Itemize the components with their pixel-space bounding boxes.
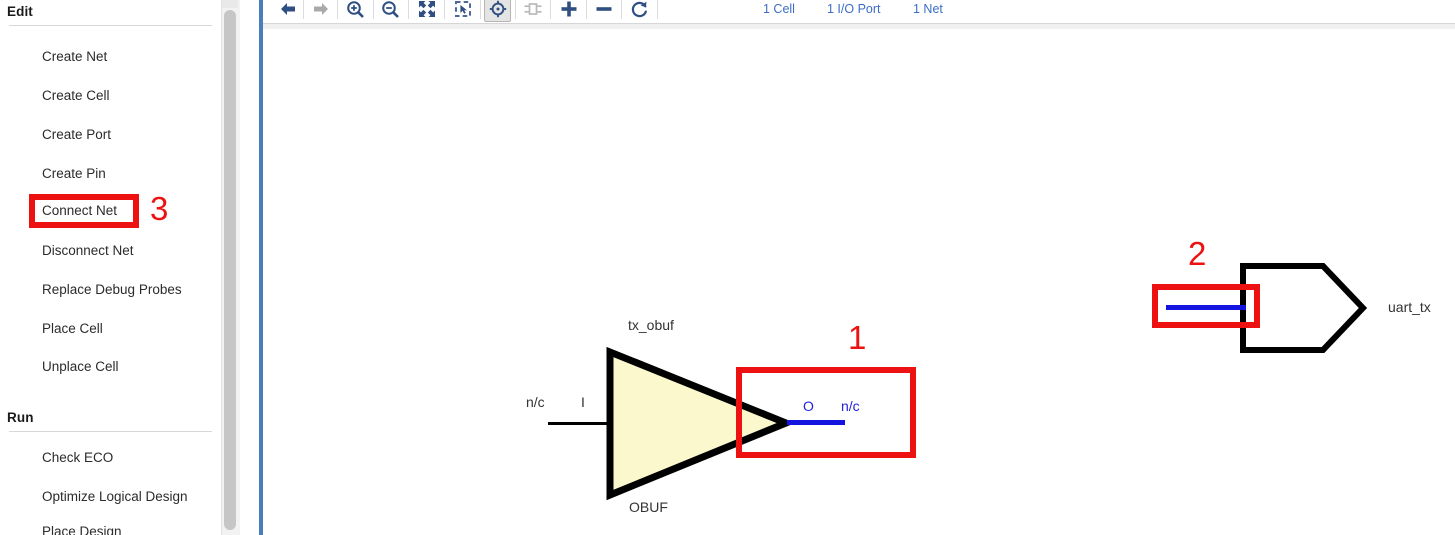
section-header-run: Run bbox=[7, 410, 34, 425]
panel-scrollbar-cap bbox=[222, 0, 238, 8]
cell-instance-label: tx_obuf bbox=[628, 317, 674, 333]
toolbar-separator bbox=[337, 0, 338, 19]
port-name-label: uart_tx bbox=[1388, 299, 1431, 315]
section-header-edit: Edit bbox=[7, 4, 33, 19]
toolbar-separator bbox=[550, 0, 551, 19]
expand-cell-icon[interactable] bbox=[519, 0, 546, 22]
menu-item-create-cell[interactable]: Create Cell bbox=[42, 88, 110, 104]
menu-item-place-design[interactable]: Place Design bbox=[42, 524, 122, 535]
autofit-selection-icon[interactable] bbox=[484, 0, 511, 22]
section-divider-edit bbox=[9, 25, 212, 26]
forward-arrow-icon[interactable] bbox=[307, 0, 334, 22]
menu-item-create-port[interactable]: Create Port bbox=[42, 127, 111, 143]
annotation-box-1 bbox=[736, 367, 916, 458]
back-arrow-icon[interactable] bbox=[274, 0, 301, 22]
toolbar-separator bbox=[657, 0, 658, 19]
input-pin-label: I bbox=[581, 394, 585, 410]
menu-item-create-net[interactable]: Create Net bbox=[42, 49, 107, 65]
net-count-label[interactable]: 1 Net bbox=[913, 2, 943, 16]
zoom-fit-icon[interactable] bbox=[413, 0, 440, 22]
cell-count-label[interactable]: 1 Cell bbox=[763, 2, 795, 16]
zoom-in-icon[interactable] bbox=[342, 0, 369, 22]
schematic-toolbar: 1 Cell 1 I/O Port 1 Net bbox=[263, 0, 1455, 23]
menu-item-unplace-cell[interactable]: Unplace Cell bbox=[42, 359, 119, 375]
toolbar-separator bbox=[408, 0, 409, 19]
panel-scrollbar-thumb[interactable] bbox=[224, 10, 236, 530]
section-divider-run bbox=[9, 431, 212, 432]
menu-item-optimize-logical-design[interactable]: Optimize Logical Design bbox=[42, 489, 188, 505]
remove-icon[interactable] bbox=[590, 0, 617, 22]
reload-icon[interactable] bbox=[626, 0, 653, 22]
annotation-number-2: 2 bbox=[1188, 235, 1207, 272]
menu-item-place-cell[interactable]: Place Cell bbox=[42, 321, 103, 337]
annotation-number-3: 3 bbox=[150, 190, 169, 227]
toolbar-separator bbox=[303, 0, 304, 19]
menu-item-create-pin[interactable]: Create Pin bbox=[42, 166, 106, 182]
toolbar-separator bbox=[480, 0, 481, 19]
menu-item-disconnect-net[interactable]: Disconnect Net bbox=[42, 243, 134, 259]
uart-tx-port-symbol[interactable] bbox=[1238, 260, 1388, 356]
zoom-out-icon[interactable] bbox=[377, 0, 404, 22]
annotation-box-3 bbox=[29, 194, 139, 228]
schematic-canvas[interactable]: tx_obuf OBUF n/c I O n/c 1 uart_tx 2 bbox=[263, 29, 1455, 535]
menu-item-check-eco[interactable]: Check ECO bbox=[42, 450, 113, 466]
panel-gutter bbox=[240, 0, 259, 535]
annotation-number-1: 1 bbox=[848, 319, 867, 356]
toolbar-separator bbox=[621, 0, 622, 19]
add-icon[interactable] bbox=[555, 0, 582, 22]
io-port-count-label[interactable]: 1 I/O Port bbox=[827, 2, 881, 16]
annotation-box-2 bbox=[1152, 284, 1260, 328]
schematic-pane: 1 Cell 1 I/O Port 1 Net tx_obuf OBUF n/c… bbox=[263, 0, 1455, 535]
toolbar-separator bbox=[444, 0, 445, 19]
zoom-area-icon[interactable] bbox=[449, 0, 476, 22]
input-wire[interactable] bbox=[548, 422, 610, 425]
toolbar-separator bbox=[586, 0, 587, 19]
toolbar-separator bbox=[373, 0, 374, 19]
menu-item-replace-debug-probes[interactable]: Replace Debug Probes bbox=[42, 282, 182, 298]
eco-navigator-panel: Edit Create Net Create Cell Create Port … bbox=[0, 0, 221, 535]
toolbar-separator bbox=[515, 0, 516, 19]
input-connection-label: n/c bbox=[526, 394, 545, 410]
